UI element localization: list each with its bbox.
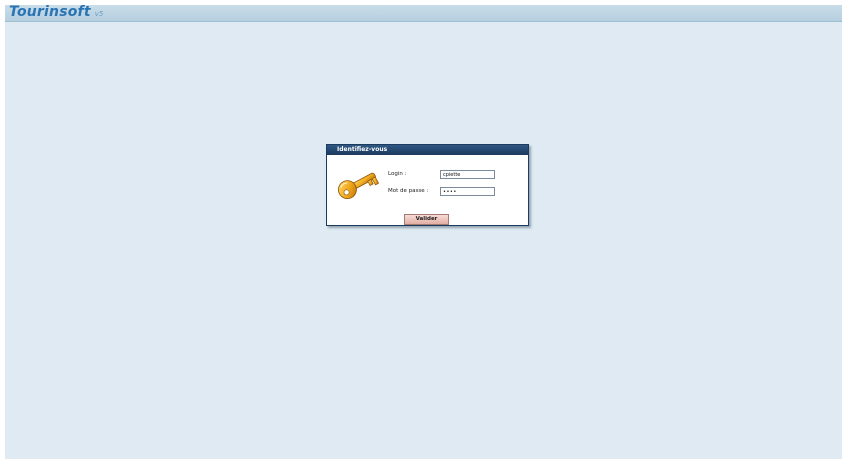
page-background: Tourinsoft v5 Identifiez-vous Login : cp… — [5, 4, 842, 459]
login-input[interactable] — [440, 170, 495, 179]
app-brand-name: Tourinsoft — [9, 4, 91, 20]
app-logo: Tourinsoft v5 — [9, 4, 103, 20]
login-label: Login : — [388, 171, 407, 177]
password-label: Mot de passe : — [388, 188, 429, 194]
dialog-title: Identifiez-vous — [327, 145, 528, 155]
submit-button[interactable]: Valider — [404, 214, 449, 225]
app-version: v5 — [94, 10, 104, 18]
app-header: Tourinsoft v5 — [5, 4, 842, 22]
login-dialog: Identifiez-vous Login : Mot de passe : — [326, 144, 529, 226]
password-input[interactable] — [440, 187, 495, 196]
key-icon — [338, 172, 380, 200]
